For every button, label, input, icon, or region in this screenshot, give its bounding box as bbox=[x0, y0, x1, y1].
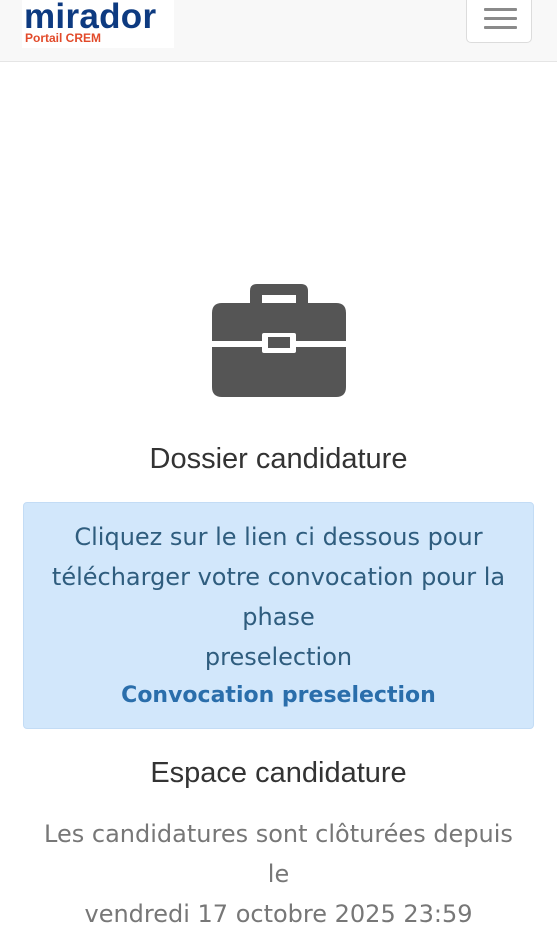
applications-closed-message: Les candidatures sont clôturées depuis l… bbox=[30, 814, 527, 934]
hamburger-menu-icon-bar bbox=[484, 26, 517, 29]
convocation-message-line: télécharger votre convocation pour la ph… bbox=[51, 563, 506, 631]
convocation-message: Cliquez sur le lien ci dessous pour télé… bbox=[34, 517, 523, 677]
closed-message-line: vendredi 17 octobre 2025 23:59 bbox=[84, 900, 473, 928]
navbar: mirador Portail CREM bbox=[0, 0, 557, 62]
closed-message-line: Les candidatures sont clôturées depuis l… bbox=[44, 820, 513, 888]
dossier-title: Dossier candidature bbox=[149, 443, 408, 475]
hamburger-menu-icon bbox=[484, 8, 517, 11]
brand-subtitle: Portail CREM bbox=[25, 31, 102, 45]
briefcase-icon bbox=[212, 284, 346, 397]
convocation-alert: Cliquez sur le lien ci dessous pour télé… bbox=[23, 502, 534, 729]
menu-toggle-button[interactable] bbox=[466, 0, 532, 43]
convocation-preselection-link[interactable]: Convocation preselection bbox=[24, 681, 533, 711]
brand-logo[interactable]: mirador Portail CREM bbox=[22, 0, 174, 48]
espace-title: Espace candidature bbox=[150, 757, 407, 789]
hamburger-menu-icon-bar bbox=[484, 17, 517, 20]
convocation-message-line: preselection bbox=[204, 643, 353, 671]
convocation-message-line: Cliquez sur le lien ci dessous pour bbox=[74, 523, 483, 551]
